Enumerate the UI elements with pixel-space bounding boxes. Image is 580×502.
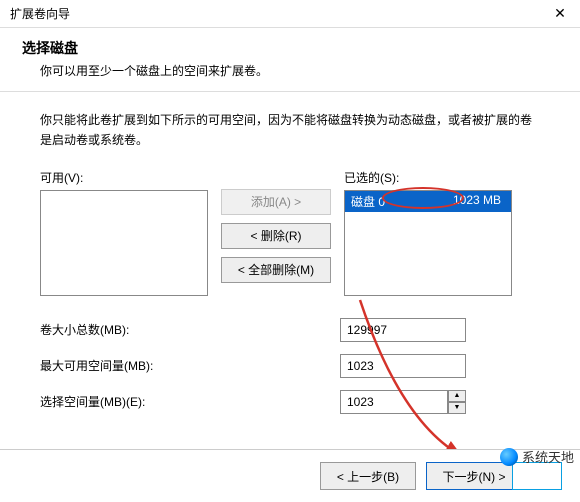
page-title: 选择磁盘 <box>22 38 576 58</box>
cancel-button[interactable] <box>512 462 562 490</box>
watermark-text: 系统天地 <box>522 447 574 466</box>
add-button: 添加(A) > <box>221 189 331 215</box>
total-size-label: 卷大小总数(MB): <box>40 321 340 338</box>
available-label: 可用(V): <box>40 169 208 186</box>
selected-listbox[interactable]: 磁盘 0 1023 MB <box>344 190 512 296</box>
max-space-label: 最大可用空间量(MB): <box>40 357 340 374</box>
remove-all-button[interactable]: < 全部删除(M) <box>221 257 331 283</box>
window-title: 扩展卷向导 <box>10 5 540 22</box>
choose-space-spinner[interactable]: ▲ ▼ <box>340 390 466 414</box>
max-space-value: 1023 <box>340 354 466 378</box>
list-item-size: 1023 MB <box>453 193 501 207</box>
total-size-value: 129997 <box>340 318 466 342</box>
watermark-logo-icon <box>500 448 518 466</box>
close-icon[interactable]: ✕ <box>540 0 580 28</box>
selected-label: 已选的(S): <box>344 169 512 186</box>
choose-space-input[interactable] <box>340 390 448 414</box>
back-button[interactable]: < 上一步(B) <box>320 462 416 490</box>
available-listbox[interactable] <box>40 190 208 296</box>
list-item-name: 磁盘 0 <box>351 193 385 210</box>
page-subtitle: 你可以用至少一个磁盘上的空间来扩展卷。 <box>22 58 576 79</box>
next-button[interactable]: 下一步(N) > <box>426 462 522 490</box>
remove-button[interactable]: < 删除(R) <box>221 223 331 249</box>
spinner-down-icon[interactable]: ▼ <box>448 402 466 414</box>
watermark: 系统天地 <box>500 447 574 466</box>
description-text: 你只能将此卷扩展到如下所示的可用空间，因为不能将磁盘转换为动态磁盘，或者被扩展的… <box>40 110 540 151</box>
spinner-up-icon[interactable]: ▲ <box>448 390 466 402</box>
choose-space-label: 选择空间量(MB)(E): <box>40 393 340 410</box>
list-item[interactable]: 磁盘 0 1023 MB <box>345 191 511 212</box>
